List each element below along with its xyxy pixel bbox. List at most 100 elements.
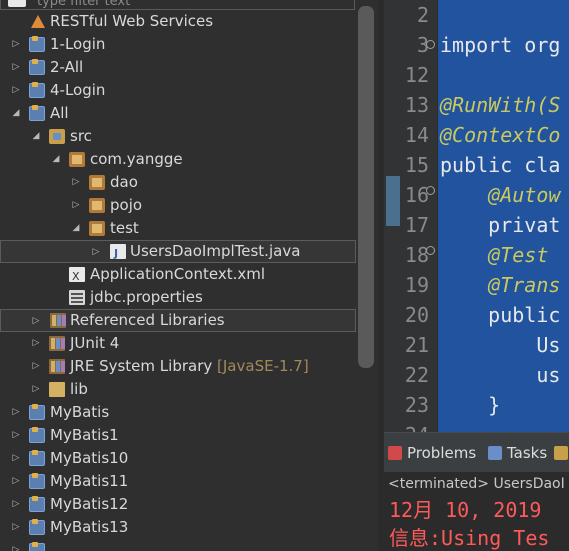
expand-arrow-icon[interactable]: ▷ bbox=[11, 401, 21, 424]
tree-item-4-login[interactable]: ▷ 4-Login bbox=[0, 79, 356, 102]
code-line: us bbox=[440, 363, 561, 387]
tab-problems[interactable]: Problems bbox=[388, 443, 476, 463]
code-line: @Trans bbox=[440, 273, 561, 297]
collapse-arrow-icon[interactable]: ◢ bbox=[11, 102, 21, 125]
fold-toggle-icon[interactable] bbox=[426, 40, 435, 49]
problems-icon bbox=[388, 446, 402, 460]
tree-item-label: MyBatis12 bbox=[50, 495, 129, 513]
tree-item-jdbc-properties[interactable]: jdbc.properties bbox=[0, 286, 356, 309]
fold-toggle-icon[interactable] bbox=[426, 186, 435, 195]
code-line: @Test bbox=[440, 243, 549, 267]
tree-item-usersdaoimpltest-java[interactable]: ▷ UsersDaoImplTest.java bbox=[0, 240, 356, 265]
tree-item-dao[interactable]: ▷ dao bbox=[0, 171, 356, 194]
tree-item-partial[interactable]: ▷ bbox=[0, 539, 356, 551]
filter-input[interactable]: type filter text bbox=[0, 0, 355, 10]
tree-item-1-login[interactable]: ▷ 1-Login bbox=[0, 33, 356, 56]
tree-item-2-all[interactable]: ▷ 2-All bbox=[0, 56, 356, 79]
explorer-scrollbar[interactable] bbox=[356, 0, 378, 551]
expand-arrow-icon[interactable]: ▷ bbox=[71, 171, 81, 194]
jre-version-decoration: [JavaSE-1.7] bbox=[217, 357, 309, 375]
tree-item-com-yangge[interactable]: ◢ com.yangge bbox=[0, 148, 356, 171]
tree-item-pojo[interactable]: ▷ pojo bbox=[0, 194, 356, 217]
scrollbar-thumb[interactable] bbox=[358, 6, 374, 368]
tree-item-lib[interactable]: ▷ lib bbox=[0, 378, 356, 401]
expand-arrow-icon[interactable]: ▷ bbox=[11, 516, 21, 539]
console-line: 12月 10, 2019 bbox=[389, 498, 542, 522]
expand-arrow-icon[interactable]: ▷ bbox=[31, 378, 41, 401]
code-line: privat bbox=[440, 213, 561, 237]
expand-arrow-icon[interactable]: ▷ bbox=[31, 332, 41, 355]
expand-arrow-icon[interactable]: ▷ bbox=[11, 56, 21, 79]
tree-item-label: JUnit 4 bbox=[70, 334, 120, 352]
line-number: 13 bbox=[404, 93, 429, 117]
library-icon bbox=[49, 359, 65, 374]
tab-overflow[interactable] bbox=[554, 443, 569, 463]
expand-arrow-icon[interactable]: ▷ bbox=[11, 79, 21, 102]
tree-item-label: com.yangge bbox=[90, 150, 183, 168]
project-icon bbox=[29, 59, 45, 75]
expand-arrow-icon[interactable]: ▷ bbox=[11, 424, 21, 447]
collapse-arrow-icon[interactable]: ◢ bbox=[31, 125, 41, 148]
tree-item-label: UsersDaoImplTest.java bbox=[130, 242, 301, 260]
tree-item-label: dao bbox=[110, 173, 138, 191]
package-icon bbox=[89, 175, 105, 190]
code-line: public bbox=[440, 303, 561, 327]
console-line: 信息:Using Tes bbox=[389, 526, 550, 550]
tree-item-mybatis[interactable]: ▷ MyBatis bbox=[0, 401, 356, 424]
expand-arrow-icon[interactable]: ▷ bbox=[11, 33, 21, 56]
project-icon bbox=[29, 36, 45, 52]
collapse-arrow-icon[interactable]: ◢ bbox=[51, 148, 61, 171]
package-icon bbox=[69, 152, 85, 167]
expand-arrow-icon[interactable]: ▷ bbox=[31, 355, 41, 378]
code-line: @ContextCo bbox=[440, 123, 561, 147]
project-icon bbox=[29, 496, 45, 512]
collapse-arrow-icon[interactable]: ◢ bbox=[71, 217, 81, 240]
expand-arrow-icon[interactable]: ▷ bbox=[11, 447, 21, 470]
tree-item-all[interactable]: ◢ All bbox=[0, 102, 356, 125]
expand-arrow-icon[interactable]: ▷ bbox=[11, 470, 21, 493]
tree-item-label: lib bbox=[70, 380, 88, 398]
tree-item-mybatis10[interactable]: ▷ MyBatis10 bbox=[0, 447, 356, 470]
line-number: 15 bbox=[404, 153, 429, 177]
line-number: 24 bbox=[389, 420, 429, 432]
tree-item-jre-system-library[interactable]: ▷ JRE System Library [JavaSE-1.7] bbox=[0, 355, 356, 378]
console-output[interactable]: 12月 10, 2019 信息:Using Tes bbox=[384, 496, 569, 551]
expand-arrow-icon[interactable]: ▷ bbox=[71, 194, 81, 217]
tree-item-mybatis1[interactable]: ▷ MyBatis1 bbox=[0, 424, 356, 447]
expand-arrow-icon[interactable]: ▷ bbox=[11, 493, 21, 516]
tree-item-mybatis13[interactable]: ▷ MyBatis13 bbox=[0, 516, 356, 539]
tree-item-restful-web-services[interactable]: RESTful Web Services bbox=[0, 10, 356, 33]
tree-item-junit-4[interactable]: ▷ JUnit 4 bbox=[0, 332, 356, 355]
tree-item-label: 1-Login bbox=[50, 35, 106, 53]
expand-arrow-icon[interactable]: ▷ bbox=[11, 539, 21, 551]
line-number: 20 bbox=[404, 303, 429, 327]
line-number: 14 bbox=[404, 123, 429, 147]
line-number: 3 bbox=[416, 33, 429, 57]
code-line: @RunWith(S bbox=[440, 93, 561, 117]
xml-file-icon bbox=[69, 265, 85, 288]
tab-tasks[interactable]: Tasks bbox=[488, 443, 547, 463]
project-icon bbox=[29, 427, 45, 443]
tree-item-test[interactable]: ◢ test bbox=[0, 217, 356, 240]
fold-toggle-icon[interactable] bbox=[426, 246, 435, 255]
tree-item-label: RESTful Web Services bbox=[50, 12, 214, 30]
package-icon bbox=[89, 198, 105, 213]
tree-item-referenced-libraries[interactable]: ▷ Referenced Libraries bbox=[0, 309, 356, 332]
line-number: 16 bbox=[404, 183, 429, 207]
line-number: 23 bbox=[404, 393, 429, 417]
tree-item-mybatis12[interactable]: ▷ MyBatis12 bbox=[0, 493, 356, 516]
tree-item-label: MyBatis13 bbox=[50, 518, 129, 536]
expand-arrow-icon[interactable]: ▷ bbox=[31, 310, 41, 333]
code-editor[interactable]: 2 3 12 13 14 15 16 17 18 19 20 21 22 23 … bbox=[384, 0, 569, 432]
tree-item-mybatis11[interactable]: ▷ MyBatis11 bbox=[0, 470, 356, 493]
line-number: 17 bbox=[404, 213, 429, 237]
java-file-icon bbox=[110, 242, 126, 265]
expand-arrow-icon[interactable]: ▷ bbox=[91, 241, 101, 264]
filter-icon bbox=[8, 0, 26, 7]
line-number: 12 bbox=[404, 63, 429, 87]
tree-item-label: jdbc.properties bbox=[90, 288, 203, 306]
tree-item-applicationcontext-xml[interactable]: ApplicationContext.xml bbox=[0, 263, 356, 288]
code-area[interactable]: import org @RunWith(S @ContextCo public … bbox=[438, 0, 569, 432]
tab-label: Tasks bbox=[507, 444, 548, 462]
tree-item-src[interactable]: ◢ src bbox=[0, 125, 356, 148]
